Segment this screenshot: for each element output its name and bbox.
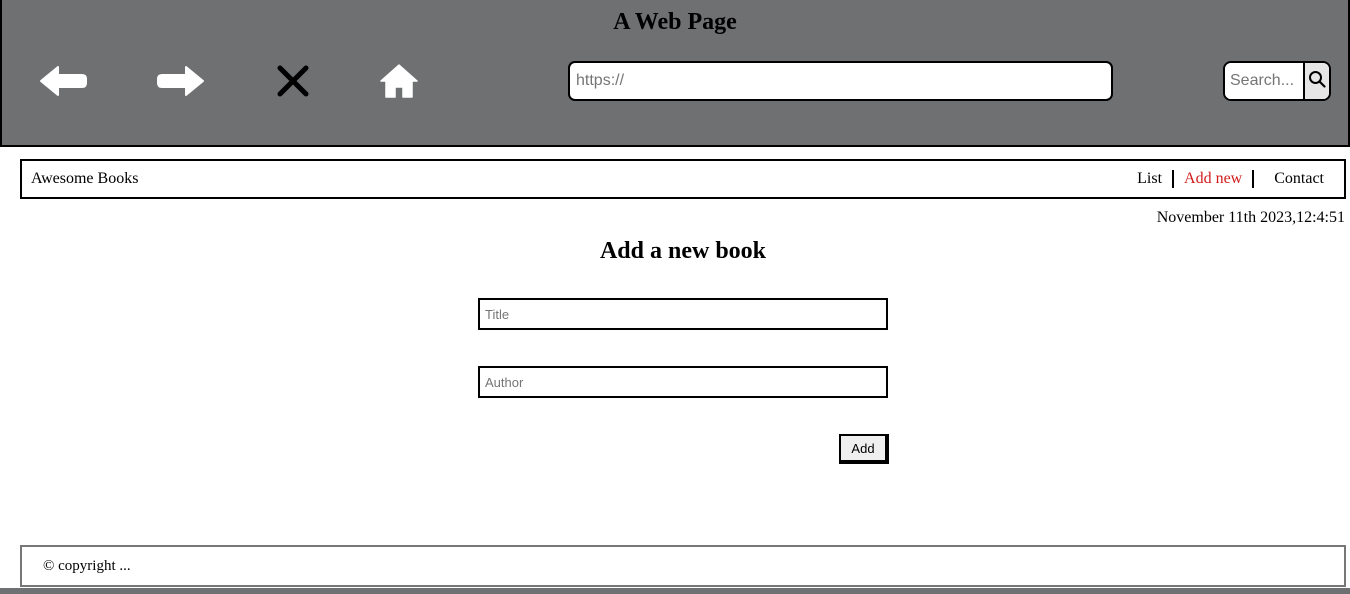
- back-arrow-icon: [38, 64, 88, 98]
- nav-link-contact[interactable]: Contact: [1254, 170, 1324, 188]
- stop-button[interactable]: [268, 58, 318, 104]
- magnifier-icon: [1308, 70, 1326, 93]
- page-heading: Add a new book: [599, 238, 767, 264]
- nav-link-add-new[interactable]: Add new: [1174, 170, 1255, 188]
- bottom-bar: [0, 588, 1350, 594]
- site-brand: Awesome Books: [31, 170, 139, 187]
- home-icon: [379, 63, 419, 99]
- browser-search: [1223, 61, 1331, 101]
- forward-arrow-icon: [156, 64, 206, 98]
- add-book-button[interactable]: Add: [839, 434, 889, 464]
- browser-search-input[interactable]: [1225, 63, 1303, 99]
- url-bar[interactable]: [568, 61, 1113, 101]
- title-input[interactable]: [478, 298, 888, 330]
- copyright-text: © copyright ...: [43, 557, 131, 574]
- current-datetime: November 11th 2023,12:4:51: [1156, 209, 1345, 226]
- home-button[interactable]: [374, 58, 424, 104]
- site-navbar: Awesome Books List Add new Contact: [20, 159, 1346, 199]
- browser-search-button[interactable]: [1303, 63, 1329, 99]
- nav-link-list[interactable]: List: [1127, 170, 1175, 188]
- browser-title: A Web Page: [613, 9, 737, 35]
- author-input[interactable]: [478, 366, 888, 398]
- browser-chrome: A Web Page: [0, 0, 1350, 147]
- stop-icon: [276, 64, 310, 98]
- back-button[interactable]: [38, 58, 88, 104]
- nav-links: List Add new Contact: [1127, 170, 1324, 188]
- forward-button[interactable]: [156, 58, 206, 104]
- page-footer: © copyright ...: [20, 545, 1346, 587]
